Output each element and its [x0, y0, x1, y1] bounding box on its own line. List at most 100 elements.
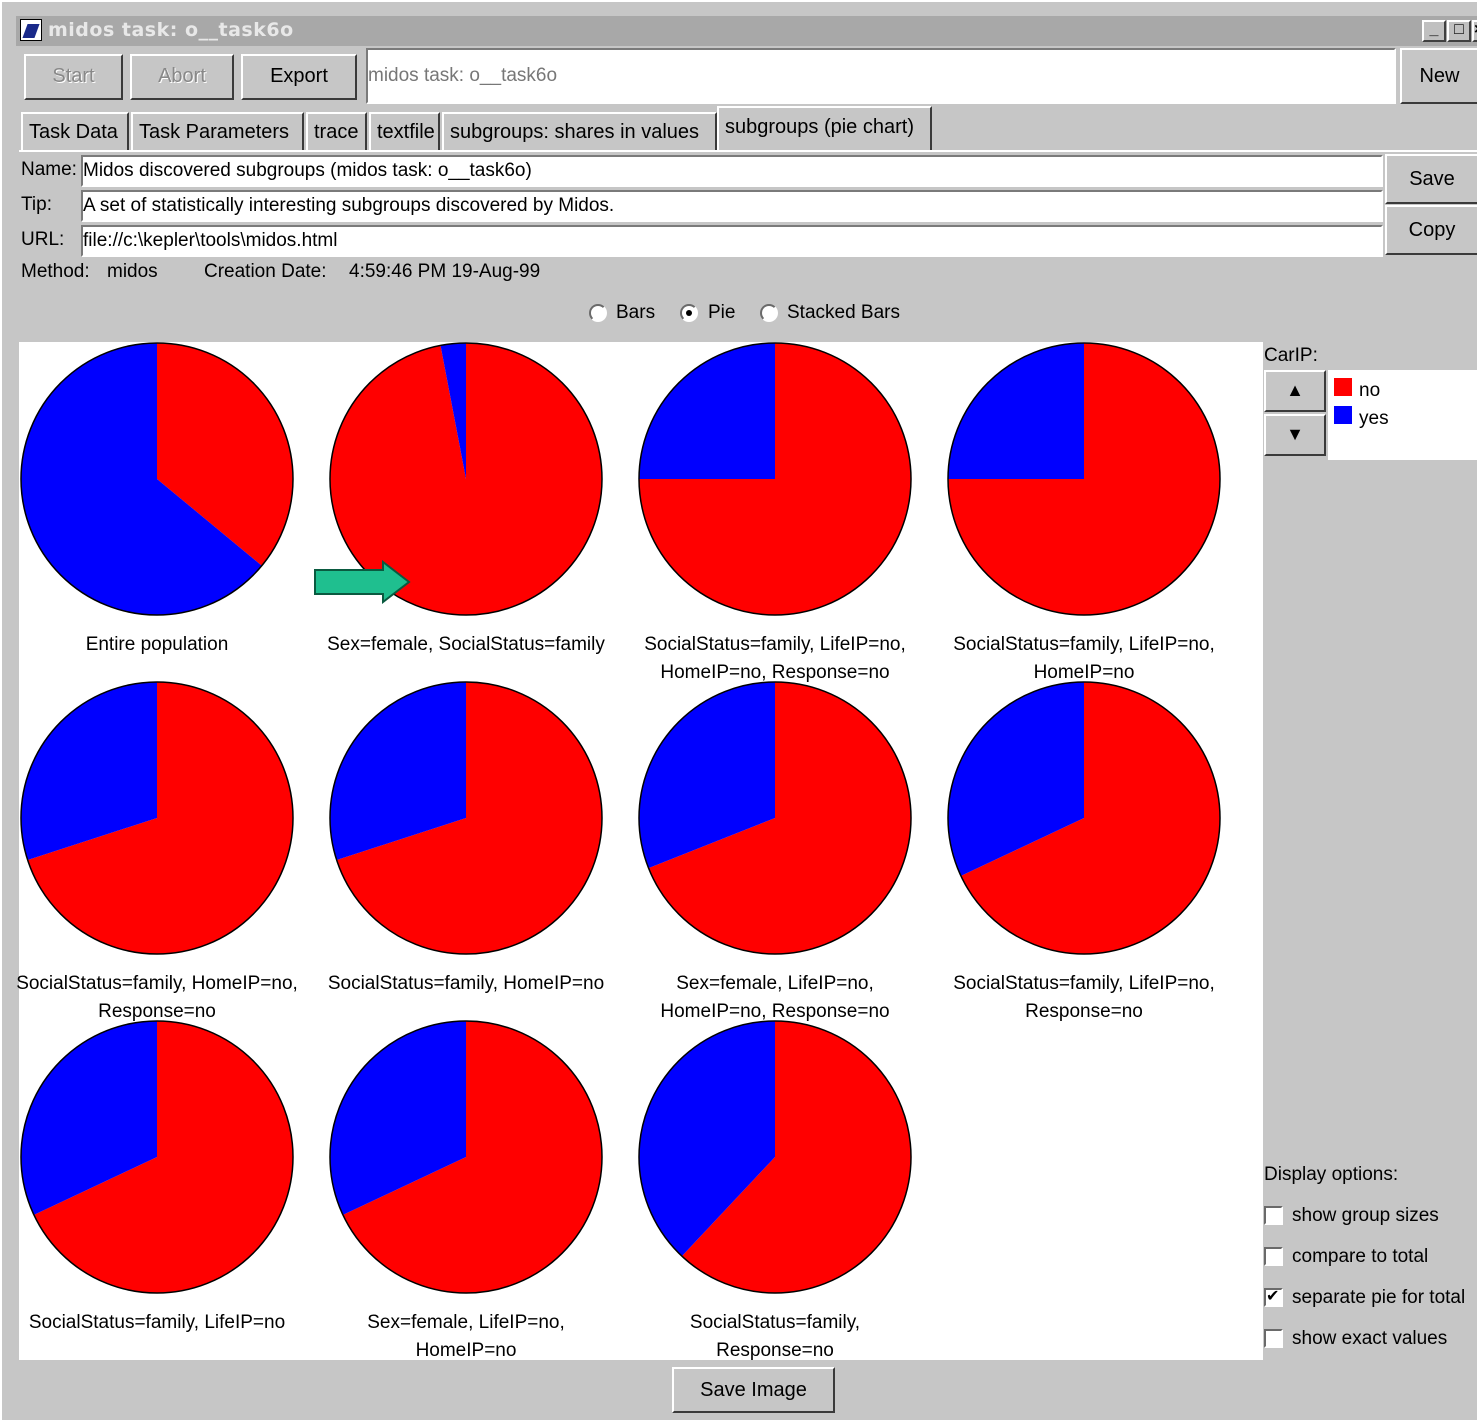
- minimize-icon[interactable]: _: [1422, 20, 1446, 42]
- copy-button[interactable]: Copy: [1385, 205, 1477, 255]
- pie-label-line: Response=no: [98, 1001, 216, 1022]
- pie-chart-panel: Entire population Sex=female, SocialStatu…: [16, 342, 1263, 1361]
- tab-task-data[interactable]: Task Data: [21, 112, 129, 152]
- tab-trace[interactable]: trace: [306, 112, 367, 152]
- pie-6-label: SocialStatus=family, HomeIP=no: [311, 970, 621, 998]
- creation-date-value: 4:59:46 PM 19-Aug-99: [349, 261, 541, 282]
- pie-label-line: HomeIP=no, Response=no: [660, 662, 890, 683]
- pie-1: [20, 342, 294, 616]
- radio-bars[interactable]: [589, 304, 607, 322]
- radio-stacked-bars-label: Stacked Bars: [787, 302, 900, 323]
- pie-6: [329, 681, 603, 955]
- checkbox-show-exact-values[interactable]: [1264, 1329, 1283, 1348]
- tab-task-parameters[interactable]: Task Parameters: [131, 112, 304, 152]
- pie-7-label: Sex=female, LifeIP=no, HomeIP=no, Respons…: [620, 970, 930, 1026]
- url-field[interactable]: file://c:\kepler\tools\midos.html: [81, 225, 1383, 257]
- pie-9: [20, 1020, 294, 1294]
- triangle-up-icon: ▲: [1286, 380, 1304, 400]
- maximize-icon[interactable]: □: [1447, 20, 1471, 42]
- pie-4: [947, 342, 1221, 616]
- pie-8-label: SocialStatus=family, LifeIP=no, Response=…: [929, 970, 1239, 1026]
- save-image-button[interactable]: Save Image: [672, 1367, 835, 1413]
- tab-divider: [19, 150, 1477, 152]
- checkbox-separate-pie-for-total[interactable]: [1264, 1286, 1283, 1307]
- tip-field[interactable]: A set of statistically interesting subgr…: [81, 190, 1383, 222]
- pie-label-line: SocialStatus=family, LifeIP=no,: [953, 973, 1215, 994]
- radio-pie-label: Pie: [708, 302, 736, 323]
- app-window: midos task: o__task6o _ □ × Start Abort …: [0, 0, 1477, 1420]
- radio-stacked-bars[interactable]: [760, 304, 778, 322]
- pie-5-label: SocialStatus=family, HomeIP=no, Response=…: [2, 970, 312, 1026]
- new-button[interactable]: New: [1400, 48, 1477, 104]
- method-label: Method:: [21, 261, 90, 282]
- legend-label-yes: yes: [1359, 408, 1389, 429]
- pie-label-line: SocialStatus=family,: [689, 1312, 861, 1333]
- pie-label-line: SocialStatus=family, LifeIP=no,: [644, 634, 906, 655]
- scroll-up-button[interactable]: ▲: [1264, 370, 1326, 412]
- pie-label-line: Sex=female, LifeIP=no,: [676, 973, 874, 994]
- export-button[interactable]: Export: [241, 54, 357, 100]
- tab-subgroups-shares[interactable]: subgroups: shares in values: [442, 112, 717, 152]
- tip-label: Tip:: [21, 194, 52, 215]
- pie-label-line: SocialStatus=family, LifeIP=no: [28, 1312, 286, 1333]
- url-label: URL:: [21, 229, 65, 250]
- legend-attribute-label: CarIP:: [1264, 345, 1318, 366]
- pie-label-line: Sex=female, LifeIP=no,: [367, 1312, 565, 1333]
- checkbox-show-group-sizes[interactable]: [1264, 1206, 1283, 1225]
- pie-label-line: Sex=female, SocialStatus=family: [327, 634, 605, 655]
- tab-textfile[interactable]: textfile: [369, 112, 440, 152]
- pie-chart-svg: [20, 342, 1221, 1294]
- pie-label-line: Response=no: [716, 1340, 834, 1361]
- pie-10: [329, 1020, 603, 1294]
- pie-11-label: SocialStatus=family, Response=no: [620, 1309, 930, 1365]
- legend-swatch-no: [1334, 378, 1352, 396]
- save-button[interactable]: Save: [1385, 154, 1477, 204]
- legend-swatch-yes: [1334, 406, 1352, 424]
- abort-button[interactable]: Abort: [130, 54, 234, 100]
- start-button[interactable]: Start: [24, 54, 123, 100]
- pie-3: [638, 342, 912, 616]
- pie-7: [638, 681, 912, 955]
- method-value: midos: [107, 261, 158, 282]
- checkbox-show-exact-values-label: show exact values: [1292, 1328, 1448, 1349]
- scroll-down-button[interactable]: ▼: [1264, 414, 1326, 456]
- task-name-field[interactable]: midos task: o__task6o: [366, 48, 1396, 104]
- pie-10-label: Sex=female, LifeIP=no, HomeIP=no: [311, 1309, 621, 1365]
- legend-box: no yes: [1328, 370, 1477, 460]
- name-label: Name:: [21, 159, 77, 180]
- pie-11: [638, 1020, 912, 1294]
- radio-pie[interactable]: [680, 304, 698, 322]
- app-icon: [20, 19, 42, 41]
- pie-3-label: SocialStatus=family, LifeIP=no, HomeIP=no…: [620, 631, 930, 687]
- name-field[interactable]: Midos discovered subgroups (midos task: …: [81, 155, 1383, 187]
- triangle-down-icon: ▼: [1286, 424, 1304, 444]
- pie-label-line: HomeIP=no: [415, 1340, 517, 1361]
- pie-9-label: SocialStatus=family, LifeIP=no: [2, 1309, 312, 1337]
- creation-date-label: Creation Date:: [204, 261, 327, 282]
- pie-1-label: Entire population: [2, 631, 312, 659]
- checkbox-show-group-sizes-label: show group sizes: [1292, 1205, 1439, 1226]
- window-title: midos task: o__task6o: [48, 19, 294, 41]
- checkbox-separate-pie-for-total-label: separate pie for total: [1292, 1287, 1466, 1308]
- pie-label-line: HomeIP=no, Response=no: [660, 1001, 890, 1022]
- arrow-annotation-icon: [314, 560, 411, 604]
- pie-3-slice-yes: [639, 343, 775, 479]
- pie-4-label: SocialStatus=family, LifeIP=no, HomeIP=no: [929, 631, 1239, 687]
- pie-4-slice-yes: [948, 343, 1084, 479]
- pie-label-line: Response=no: [1025, 1001, 1143, 1022]
- pie-label-line: SocialStatus=family, HomeIP=no: [327, 973, 605, 994]
- radio-bars-label: Bars: [616, 302, 656, 323]
- display-options-title: Display options:: [1264, 1164, 1399, 1185]
- checkbox-compare-to-total[interactable]: [1264, 1247, 1283, 1266]
- pie-label-line: SocialStatus=family, HomeIP=no,: [16, 973, 298, 994]
- pie-8: [947, 681, 1221, 955]
- title-bar[interactable]: midos task: o__task6o _ □ ×: [16, 16, 1477, 46]
- pie-2-label: Sex=female, SocialStatus=family: [311, 631, 621, 659]
- tab-subgroups-pie-chart[interactable]: subgroups (pie chart): [717, 106, 932, 152]
- close-icon[interactable]: ×: [1472, 20, 1477, 42]
- pie-label-line: Entire population: [85, 634, 229, 655]
- checkbox-compare-to-total-label: compare to total: [1292, 1246, 1429, 1267]
- pie-label-line: HomeIP=no: [1033, 662, 1135, 683]
- pie-label-line: SocialStatus=family, LifeIP=no,: [953, 634, 1215, 655]
- pie-5: [20, 681, 294, 955]
